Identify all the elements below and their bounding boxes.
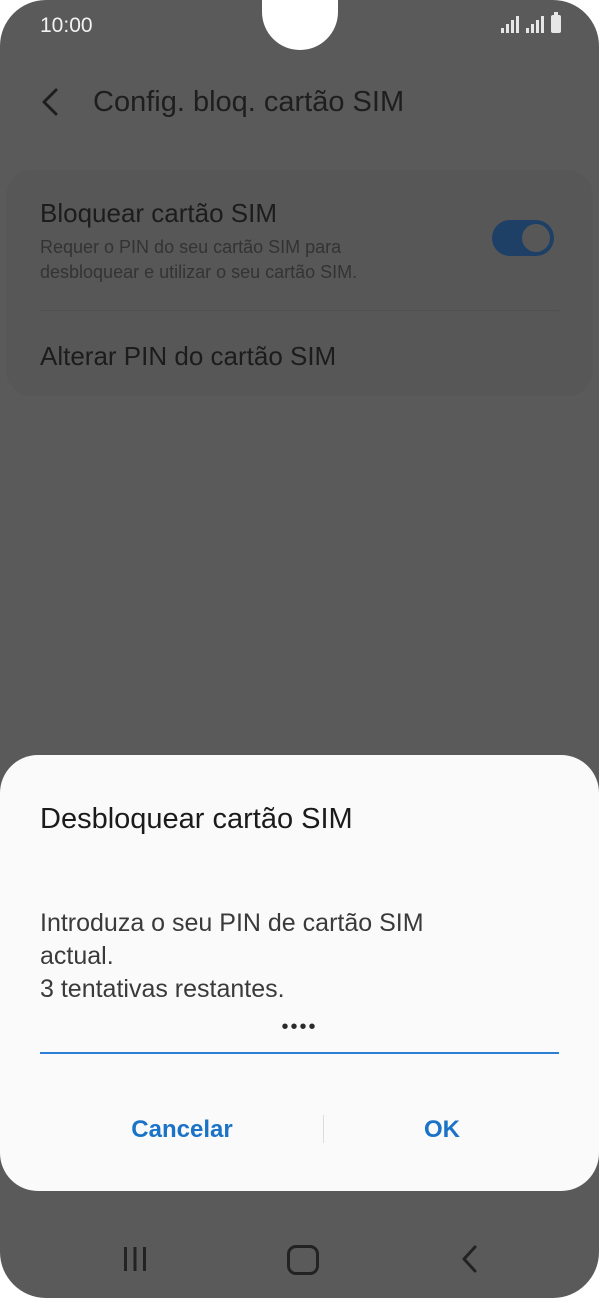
signal-icon-2 [526,15,544,33]
lock-sim-subtitle: Requer o PIN do seu cartão SIM para desb… [40,235,357,285]
dialog-message-line1: Introduza o seu PIN de cartão SIM [40,909,424,937]
pin-input[interactable]: •••• [40,1010,559,1054]
cancel-button[interactable]: Cancelar [52,1100,312,1160]
dialog-message-line3: 3 tentativas restantes. [40,975,285,1003]
phone-screen: 10:00 Config. bloq. cartão SIM Bloquear … [0,0,599,1298]
home-icon[interactable] [287,1245,319,1275]
lock-sim-subtitle-line2: desbloquear e utilizar o seu cartão SIM. [40,262,358,282]
lock-sim-toggle[interactable] [492,220,554,256]
row-divider [40,310,559,311]
signal-icon [501,15,519,33]
recent-apps-icon[interactable] [121,1246,149,1272]
unlock-sim-dialog: Desbloquear cartão SIM Introduza o seu P… [0,755,599,1191]
status-time: 10:00 [40,14,93,37]
page-title: Config. bloq. cartão SIM [93,86,405,118]
camera-notch [262,0,338,50]
battery-icon [551,12,561,33]
app-header: Config. bloq. cartão SIM [0,78,599,130]
nav-back-icon[interactable] [458,1244,482,1274]
status-icons [501,12,561,33]
back-arrow-icon[interactable] [36,84,68,120]
navigation-bar [0,1220,599,1298]
lock-sim-subtitle-line1: Requer o PIN do seu cartão SIM para [40,237,342,257]
ok-button[interactable]: OK [312,1100,572,1160]
dialog-message-line2: actual. [40,942,114,970]
dialog-message: Introduza o seu PIN de cartão SIM actual… [40,907,560,1006]
dialog-title: Desbloquear cartão SIM [40,803,353,835]
toggle-knob [520,222,552,254]
change-pin-item[interactable]: Alterar PIN do cartão SIM [40,341,336,372]
lock-sim-title[interactable]: Bloquear cartão SIM [40,198,277,229]
